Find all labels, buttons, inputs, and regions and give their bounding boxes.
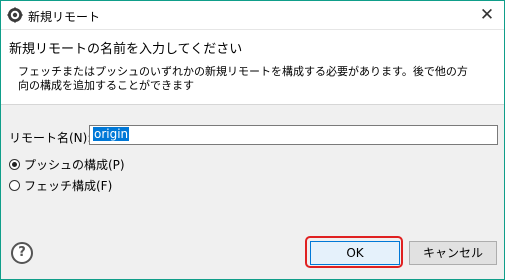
ok-button[interactable]: OK — [310, 241, 400, 265]
close-button[interactable]: ✕ — [470, 1, 504, 29]
fetch-option-label: フェッチ構成(F) — [24, 178, 113, 193]
help-glyph: ? — [18, 245, 26, 260]
remote-name-input[interactable]: origin — [89, 125, 498, 145]
app-gear-icon — [7, 7, 23, 23]
cancel-button[interactable]: キャンセル — [409, 241, 497, 265]
help-icon[interactable]: ? — [11, 242, 33, 264]
close-icon: ✕ — [479, 5, 495, 25]
dialog-header: 新規リモートの名前を入力してください フェッチまたはプッシュのいずれかの新規リモ… — [1, 30, 504, 105]
title-bar: 新規リモート ✕ — [1, 1, 504, 30]
fetch-radio-button[interactable] — [9, 179, 20, 191]
push-config-option[interactable]: プッシュの構成(P) — [9, 156, 125, 172]
push-option-label: プッシュの構成(P) — [24, 157, 125, 172]
push-radio-button[interactable] — [9, 158, 20, 170]
header-title: 新規リモートの名前を入力してください — [9, 42, 243, 57]
dialog-window: 新規リモート ✕ 新規リモートの名前を入力してください フェッチまたはプッシュの… — [0, 0, 505, 280]
window-title: 新規リモート — [28, 10, 101, 24]
remote-name-value: origin — [93, 127, 130, 141]
remote-name-label: リモート名(N): — [9, 131, 92, 145]
header-message: フェッチまたはプッシュのいずれかの新規リモートを構成する必要があります。後で他の… — [18, 65, 468, 92]
fetch-config-option[interactable]: フェッチ構成(F) — [9, 177, 112, 193]
